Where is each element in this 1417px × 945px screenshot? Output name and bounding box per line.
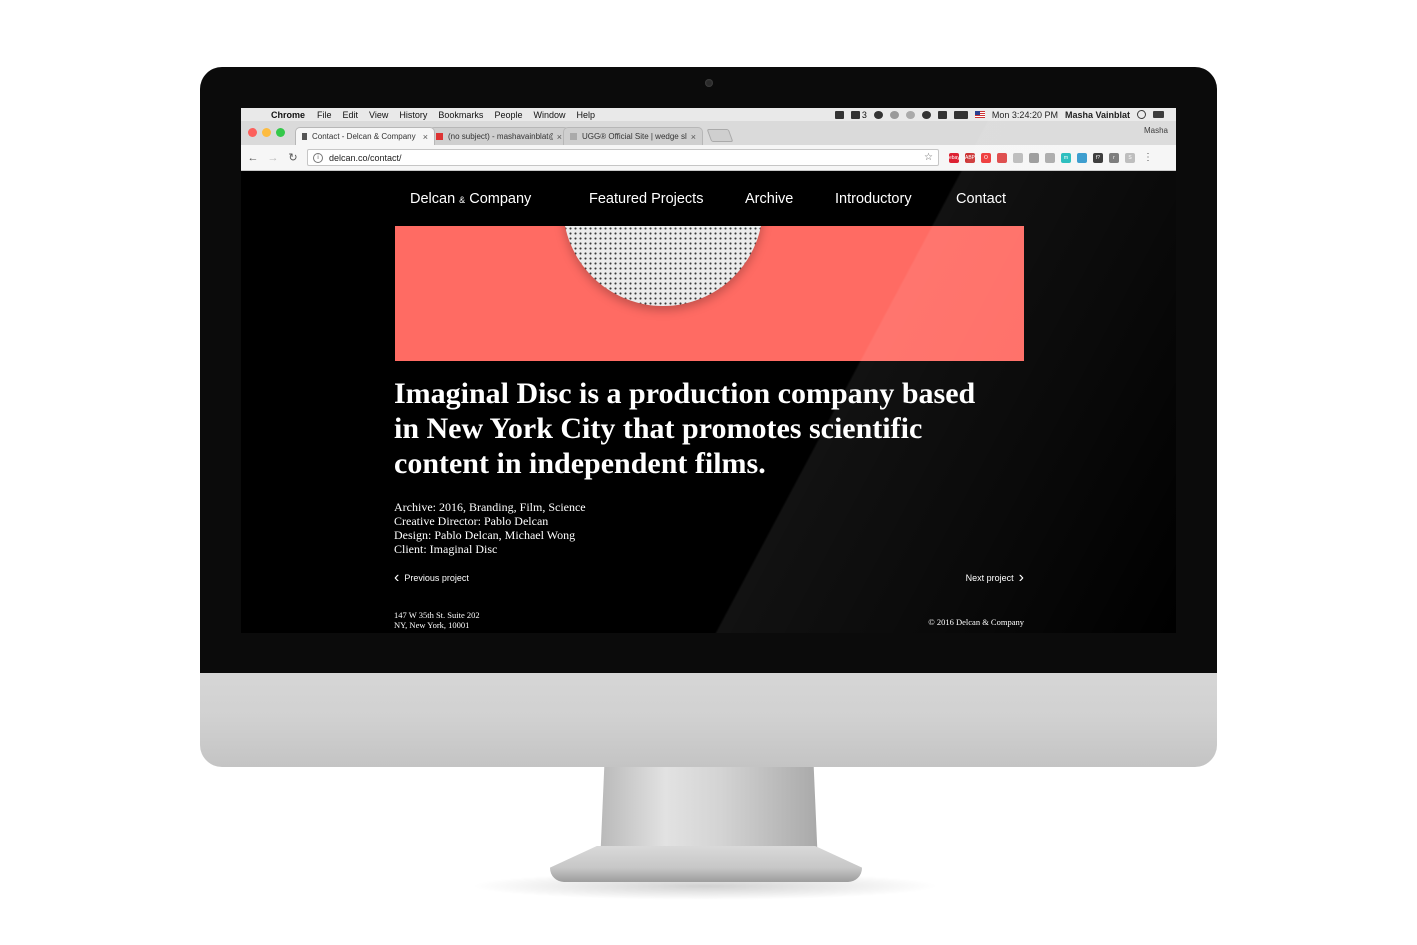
apple-logo-icon[interactable] — [253, 110, 263, 120]
profile-name[interactable]: Masha — [1144, 126, 1168, 135]
tab-title: Contact - Delcan & Company — [312, 132, 416, 141]
nav-introductory[interactable]: Introductory — [835, 191, 912, 207]
mac-menubar: Chrome File Edit View History Bookmarks … — [241, 108, 1176, 121]
menu-bookmarks[interactable]: Bookmarks — [438, 110, 483, 120]
address-line: NY, New York, 10001 — [394, 620, 470, 630]
footer-address: 147 W 35th St. Suite 202 NY, New York, 1… — [394, 610, 480, 630]
browser-tab-strip: Contact - Delcan & Company × (no subject… — [241, 121, 1176, 145]
credit-line: Archive: 2016, Branding, Film, Science — [394, 500, 586, 514]
browser-extension-icon[interactable]: f? — [1093, 152, 1103, 163]
notification-center-icon[interactable] — [1153, 111, 1164, 118]
menubar-user[interactable]: Masha Vainblat — [1065, 110, 1130, 120]
browser-extension-icon[interactable]: r — [1109, 152, 1119, 163]
browser-extension-icon[interactable] — [997, 152, 1007, 163]
browser-extension-icon[interactable] — [1013, 152, 1023, 163]
chevron-right-icon: › — [1018, 569, 1024, 586]
credit-line: Design: Pablo Delcan, Michael Wong — [394, 528, 576, 542]
previous-project-label: Previous project — [404, 573, 469, 583]
next-project-link[interactable]: Next project › — [965, 569, 1024, 586]
site-info-icon[interactable]: i — [313, 152, 323, 163]
project-description: Imaginal Disc is a production company ba… — [394, 377, 976, 480]
site-nav: Delcan & Company Featured Projects Archi… — [241, 191, 1176, 211]
tab-ugg[interactable]: UGG® Official Site | wedge sl × — [563, 127, 703, 145]
volume-icon[interactable] — [937, 110, 947, 119]
menubar-app-name[interactable]: Chrome — [271, 110, 305, 120]
close-window-icon[interactable] — [248, 128, 257, 137]
tab-gmail[interactable]: (no subject) - mashavainblat@ × — [429, 127, 569, 145]
browser-extension-icon[interactable] — [1029, 152, 1039, 163]
new-tab-button[interactable] — [706, 129, 734, 142]
tab-delcan-contact[interactable]: Contact - Delcan & Company × — [295, 127, 435, 145]
menu-edit[interactable]: Edit — [343, 110, 359, 120]
tab-close-icon[interactable]: × — [557, 132, 562, 142]
url-text[interactable]: delcan.co/contact/ — [329, 153, 402, 163]
brand-name-part: Company — [469, 191, 532, 207]
forward-button[interactable]: → — [265, 152, 281, 164]
browser-extension-icon[interactable]: m — [1061, 152, 1071, 163]
browser-extension-icon[interactable]: O — [981, 152, 991, 163]
credit-line: Creative Director: Pablo Delcan — [394, 514, 549, 528]
imac-stand-base — [550, 846, 862, 882]
brand-ampersand: & — [459, 195, 466, 205]
footer-copyright: © 2016 Delcan & Company — [928, 617, 1024, 627]
gmail-favicon-icon — [436, 133, 443, 140]
address-bar[interactable]: i delcan.co/contact/ ☆ — [307, 149, 939, 166]
nav-archive[interactable]: Archive — [745, 191, 793, 207]
website: Delcan & Company Featured Projects Archi… — [241, 171, 1176, 633]
tab-close-icon[interactable]: × — [423, 132, 428, 142]
camera-icon — [705, 79, 713, 87]
input-flag-icon[interactable] — [974, 111, 985, 118]
adobe-logo-icon — [850, 110, 860, 119]
browser-extension-icon[interactable]: S — [1125, 152, 1135, 163]
address-line: 147 W 35th St. Suite 202 — [394, 610, 480, 620]
dropbox-icon[interactable] — [834, 110, 844, 119]
minimize-window-icon[interactable] — [262, 128, 271, 137]
screen: Chrome File Edit View History Bookmarks … — [241, 108, 1176, 633]
project-credits: Archive: 2016, Branding, Film, Science C… — [394, 500, 586, 556]
menu-window[interactable]: Window — [533, 110, 565, 120]
previous-project-link[interactable]: ‹ Previous project — [394, 569, 469, 586]
browser-toolbar: ← → ↻ i delcan.co/contact/ ☆ ebay ABP Om f?… — [241, 145, 1176, 171]
wifi-icon[interactable] — [921, 110, 931, 119]
nav-contact[interactable]: Contact — [956, 191, 1006, 207]
extensions-area: ebay ABP Om f? r S — [949, 152, 1135, 163]
menu-people[interactable]: People — [494, 110, 522, 120]
sync-icon[interactable] — [873, 110, 883, 119]
menu-file[interactable]: File — [317, 110, 332, 120]
menu-help[interactable]: Help — [576, 110, 595, 120]
reload-button[interactable]: ↻ — [285, 151, 301, 164]
next-project-label: Next project — [965, 573, 1014, 583]
credit-line: Client: Imaginal Disc — [394, 542, 498, 556]
nav-featured-projects[interactable]: Featured Projects — [589, 191, 703, 207]
spotlight-search-icon[interactable] — [1137, 110, 1146, 119]
perforated-disc-graphic — [563, 226, 763, 306]
tab-title: UGG® Official Site | wedge sl — [582, 132, 687, 141]
project-hero-image — [395, 226, 1024, 361]
brand-logo[interactable]: Delcan & Company — [410, 191, 531, 207]
menu-view[interactable]: View — [369, 110, 388, 120]
brand-name-part: Delcan — [410, 191, 456, 207]
adobe-count: 3 — [861, 109, 867, 120]
time-machine-icon[interactable] — [889, 110, 899, 119]
tab-close-icon[interactable]: × — [691, 132, 696, 142]
bookmark-star-icon[interactable]: ☆ — [924, 152, 933, 163]
bluetooth-icon[interactable] — [905, 110, 915, 119]
browser-extension-icon[interactable]: ebay — [949, 152, 960, 163]
menubar-clock[interactable]: Mon 3:24:20 PM — [992, 110, 1058, 120]
battery-icon[interactable] — [953, 110, 968, 119]
page-favicon-icon — [302, 133, 307, 140]
ugg-favicon-icon — [570, 133, 577, 140]
menubar-status-area: 3 Mon 3:24:20 PM Masha Vainblat — [834, 109, 1176, 120]
window-controls — [248, 128, 285, 137]
menu-history[interactable]: History — [399, 110, 427, 120]
zoom-window-icon[interactable] — [276, 128, 285, 137]
tab-title: (no subject) - mashavainblat@ — [448, 132, 553, 141]
browser-extension-icon[interactable] — [1077, 152, 1087, 163]
chrome-menu-icon[interactable]: ⋮ — [1143, 152, 1153, 163]
back-button[interactable]: ← — [245, 152, 261, 164]
adobe-icon[interactable]: 3 — [850, 109, 867, 120]
chevron-left-icon: ‹ — [394, 569, 400, 586]
browser-extension-icon[interactable] — [1045, 152, 1055, 163]
browser-extension-icon[interactable]: ABP — [965, 152, 975, 163]
